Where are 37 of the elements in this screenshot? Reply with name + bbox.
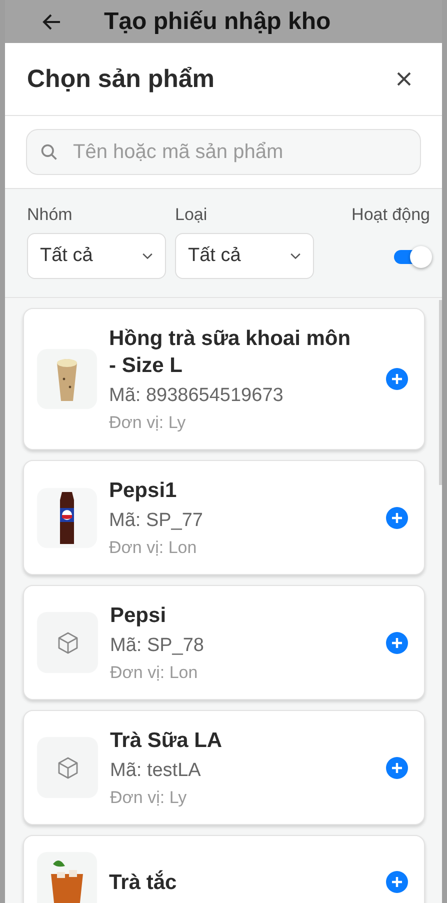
- product-name: Trà Sữa LA: [110, 728, 224, 754]
- search-field[interactable]: Tên hoặc mã sản phẩm: [26, 129, 421, 175]
- product-card[interactable]: Pepsi Mã: SP_78 Đơn vị: Lon: [23, 585, 425, 700]
- screen-title: Tạo phiếu nhập kho: [104, 8, 331, 36]
- product-code: Mã: 8938654519673: [109, 385, 284, 407]
- product-name: Hồng trà sữa khoai môn - Size L: [109, 326, 352, 379]
- product-unit: Đơn vị: Ly: [109, 413, 187, 433]
- add-icon[interactable]: [386, 871, 408, 893]
- close-icon[interactable]: [396, 71, 412, 87]
- search-icon: [40, 143, 58, 161]
- dropdown[interactable]: Tất cả: [175, 233, 314, 279]
- product-card[interactable]: Trà tắc: [23, 835, 425, 903]
- product-card[interactable]: Pepsi1 Mã: SP_77 Đơn vị: Lon: [23, 460, 425, 575]
- product-card[interactable]: Hồng trà sữa khoai môn - Size L Mã: 8938654519673 Đơn vị: Ly: [23, 308, 425, 450]
- filter-label: Hoạt động: [352, 205, 430, 225]
- add-icon[interactable]: [386, 368, 408, 390]
- chevron-down-icon: [142, 252, 153, 260]
- add-icon[interactable]: [386, 506, 408, 528]
- dropdown[interactable]: Tất cả: [27, 233, 166, 279]
- product-code: Mã: SP_78: [110, 635, 205, 657]
- cube-icon: [56, 756, 80, 780]
- filter-label: Loại: [175, 205, 208, 225]
- product-name: Pepsi: [110, 603, 168, 629]
- product-unit: Đơn vị: Lon: [109, 538, 198, 558]
- add-icon[interactable]: [386, 632, 408, 654]
- product-unit: Đơn vị: Ly: [110, 788, 188, 808]
- filter-label: Nhóm: [27, 205, 74, 225]
- product-code: Mã: SP_77: [109, 510, 204, 532]
- product-card[interactable]: Trà Sữa LA Mã: testLA Đơn vị: Ly: [23, 710, 425, 825]
- cube-icon: [56, 630, 80, 654]
- product-name: Trà tắc: [109, 869, 178, 896]
- product-name: Pepsi1: [109, 478, 178, 504]
- chevron-down-icon: [290, 252, 301, 260]
- add-icon[interactable]: [386, 756, 408, 778]
- product-unit: Đơn vị: Lon: [110, 663, 199, 683]
- sheet-title: Chọn sản phẩm: [27, 64, 215, 94]
- product-code: Mã: testLA: [110, 760, 202, 782]
